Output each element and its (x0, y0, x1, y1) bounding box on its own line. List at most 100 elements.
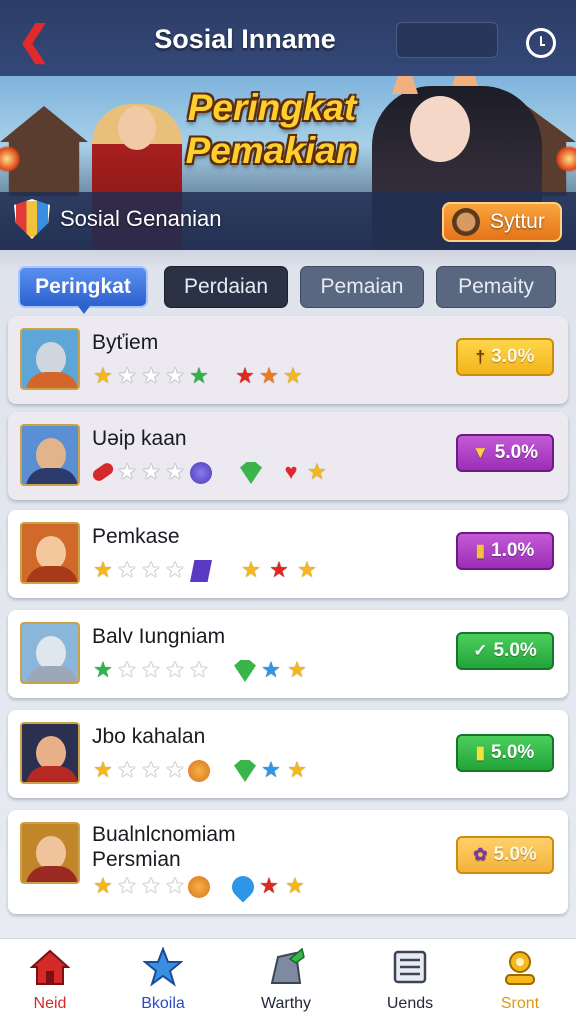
nav-label-warthy: Warthy (260, 995, 312, 1012)
star-empty-icon: ★ (141, 873, 161, 898)
star-empty-icon: ★ (165, 657, 185, 682)
percent-badge-6: ✿ 5.0% (456, 836, 554, 874)
rating-icons-3: ★ ★ ★ ★ ★ ★ ★ (92, 558, 432, 584)
list-icon (390, 947, 430, 987)
nav-item-neid[interactable]: Neid (0, 947, 100, 1021)
player-name-4: Balv Iungniam (92, 625, 226, 648)
green-gem-icon (234, 660, 256, 682)
player-avatar-6 (20, 822, 80, 884)
ranking-row-4[interactable]: Balv Iungniam ★ ★ ★ ★ ★ ★ ★ ✓ 5.0% (8, 610, 568, 698)
rating-icons-1: ★ ★ ★ ★ ★ ★ ★ ★ (92, 364, 432, 390)
star-green-icon: ★ (189, 363, 209, 388)
shield-small-icon: ▼ (471, 443, 489, 462)
star-orange-icon: ★ (259, 363, 279, 388)
gold-bar-icon: ▮ (475, 541, 486, 560)
percent-badge-5: ▮ 5.0% (456, 734, 554, 772)
back-button[interactable]: ❮ (12, 19, 56, 63)
nav-item-sront[interactable]: Sront (470, 947, 570, 1021)
orange-coin-icon (188, 760, 210, 782)
star-empty-icon: ★ (165, 363, 185, 388)
percent-value-1: 3.0% (491, 346, 535, 367)
hero-ear-right (452, 76, 478, 86)
star-icon: ★ (93, 873, 113, 898)
clock-icon[interactable] (526, 28, 556, 58)
home-icon (29, 947, 71, 987)
percent-value-2: 5.0% (494, 442, 539, 463)
star-empty-icon: ★ (165, 757, 185, 782)
profile-icon (500, 947, 540, 987)
tab-perdaian[interactable]: Perdaian (164, 266, 288, 308)
star-empty-icon: ★ (141, 757, 161, 782)
player-name-6: Bualnlcnomiam Persmian (92, 822, 432, 872)
star-empty-icon: ★ (165, 459, 185, 484)
star-icon: ★ (307, 459, 327, 484)
player-name-2: Uəip kaan (92, 427, 187, 450)
green-gem-icon (240, 462, 262, 484)
star-icon: ★ (287, 757, 307, 782)
ranking-row-6[interactable]: Bualnlcnomiam Persmian ★ ★ ★ ★ ★ ★ ✿ 5.0… (8, 810, 568, 914)
rating-icons-5: ★ ★ ★ ★ ★ ★ (92, 758, 432, 784)
star-red-icon: ★ (259, 873, 279, 898)
player-name-6-line2: Persmian (92, 848, 181, 871)
star-empty-icon: ★ (165, 873, 185, 898)
tab-pemaian[interactable]: Pemaian (300, 266, 424, 308)
star-icon: ★ (297, 557, 317, 582)
ranking-row-1[interactable]: Byťiem ★ ★ ★ ★ ★ ★ ★ ★ † 3.0% (8, 316, 568, 404)
check-icon: ✓ (473, 641, 488, 660)
player-avatar-4 (20, 622, 80, 684)
ranking-row-2[interactable]: Uəip kaan ★ ★ ★ ♥ ★ ▼ 5.0% (8, 412, 568, 500)
tab-pointer-icon (78, 306, 90, 314)
avatar-icon (452, 208, 480, 236)
lantern-right-icon (556, 146, 576, 172)
nav-label-uends: Uends (386, 995, 434, 1012)
sub-title: Sosial Genanian (60, 206, 222, 231)
star-red-icon: ★ (235, 363, 255, 388)
star-empty-icon: ★ (141, 657, 161, 682)
ranking-row-5[interactable]: Jbo kahalan ★ ★ ★ ★ ★ ★ ▮ 5.0% (8, 710, 568, 798)
player-avatar-5 (20, 722, 80, 784)
ranking-row-3[interactable]: Pemkase ★ ★ ★ ★ ★ ★ ★ ▮ 1.0% (8, 510, 568, 598)
tab-pemaity[interactable]: Pemaity (436, 266, 556, 308)
player-name-6-line1: Bualnlcnomiam (92, 823, 236, 846)
star-empty-icon: ★ (117, 459, 137, 484)
rating-icons-2: ★ ★ ★ ♥ ★ (90, 459, 432, 486)
star-icon: ★ (93, 363, 113, 388)
percent-badge-4: ✓ 5.0% (456, 632, 554, 670)
syttur-button[interactable]: Syttur (442, 202, 562, 242)
bottom-nav: Neid Bkoila Warthy Uends Sront (0, 938, 576, 1024)
banner-title-line2: Pemakian (185, 130, 359, 171)
rating-icons-4: ★ ★ ★ ★ ★ ★ ★ (92, 658, 432, 684)
hero-right-face (410, 96, 470, 162)
percent-value-4: 5.0% (493, 640, 537, 661)
back-arrow-icon: ❮ (17, 19, 51, 63)
star-red-icon: ★ (269, 557, 289, 582)
red-capsule-icon (90, 460, 116, 484)
nav-label-neid: Neid (33, 995, 67, 1012)
hero-left-face (118, 106, 156, 150)
star-empty-icon: ★ (117, 657, 137, 682)
player-name-3: Pemkase (92, 525, 180, 548)
nav-item-warthy[interactable]: Warthy (236, 947, 336, 1021)
nav-item-uends[interactable]: Uends (360, 947, 460, 1021)
star-empty-icon: ★ (117, 757, 137, 782)
top-status-box (396, 22, 498, 58)
tab-peringkat[interactable]: Peringkat (18, 266, 148, 308)
player-avatar-2 (20, 424, 80, 486)
player-name-1: Byťiem (92, 331, 159, 354)
star-blue-icon: ★ (261, 757, 281, 782)
hero-ear-left (392, 76, 418, 94)
nav-label-bkoila: Bkoila (141, 995, 185, 1012)
syttur-label: Syttur (490, 210, 545, 233)
star-icon (142, 946, 184, 987)
star-empty-icon: ★ (141, 557, 161, 582)
player-name-5: Jbo kahalan (92, 725, 206, 748)
star-empty-icon: ★ (165, 557, 185, 582)
orange-coin-icon (188, 876, 210, 898)
percent-badge-1: † 3.0% (456, 338, 554, 376)
nav-item-bkoila[interactable]: Bkoila (113, 946, 213, 1021)
green-gem-icon (234, 760, 256, 782)
star-icon: ★ (241, 557, 261, 582)
star-empty-icon: ★ (141, 363, 161, 388)
rating-icons-6: ★ ★ ★ ★ ★ ★ (92, 871, 432, 903)
page-title: Sosial Inname (154, 24, 336, 54)
